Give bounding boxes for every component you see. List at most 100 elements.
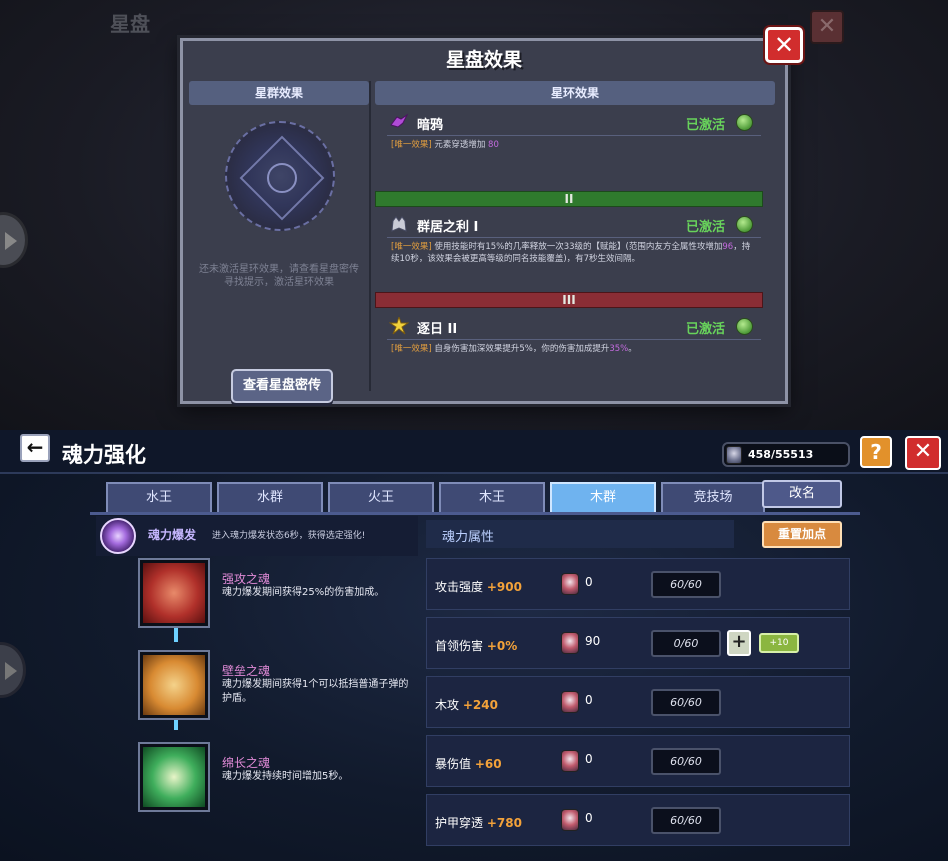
attribute-cost: 90 <box>585 634 601 648</box>
attribute-progress: 60/60 <box>651 748 721 775</box>
tab-fire-king[interactable]: 火王 <box>328 482 434 512</box>
ring-effect-name: 群居之利 I <box>417 220 479 235</box>
attribute-row: 首领伤害 +0% 90 0/60 + +10 <box>426 617 850 669</box>
tab-water-group[interactable]: 水群 <box>217 482 323 512</box>
reset-points-button[interactable]: 重置加点 <box>762 521 842 548</box>
soul-burst-icon <box>100 518 136 554</box>
attribute-cost: 0 <box>585 811 593 825</box>
attribute-row: 攻击强度 +900 0 60/60 <box>426 558 850 610</box>
lasting-clock-icon <box>140 744 208 810</box>
rename-button[interactable]: 改名 <box>762 480 842 508</box>
help-button[interactable]: ? <box>860 436 892 468</box>
skill-desc: 魂力爆发期间获得25%的伤害加成。 <box>222 587 385 598</box>
modal-close-button[interactable]: ✕ <box>765 27 803 63</box>
soul-gem-icon <box>561 573 579 595</box>
attribute-row: 木攻 +240 0 60/60 <box>426 676 850 728</box>
background-close-icon: ✕ <box>810 10 844 44</box>
strong-attack-icon <box>140 560 208 626</box>
attribute-bonus: +780 <box>486 816 522 830</box>
attribute-name: 木攻 <box>435 698 460 712</box>
active-indicator-icon <box>736 216 753 233</box>
skill-connector <box>174 628 178 642</box>
ring-effect-status: 已激活 <box>685 118 725 133</box>
back-button[interactable]: ← <box>20 434 50 462</box>
attribute-progress: 60/60 <box>651 689 721 716</box>
attribute-bonus: +60 <box>474 757 502 771</box>
side-arrow-icon <box>0 642 26 698</box>
star-disk-effect-modal: 星盘效果 ✕ 星群效果 还未激活星环效果，请查看星盘密传寻找提示，激活星环效果 … <box>180 27 803 404</box>
ring-effect-name: 逐日 II <box>417 322 458 337</box>
add-point-button[interactable]: + <box>727 630 751 656</box>
soul-attributes-header: 魂力属性 <box>426 520 734 548</box>
soul-burst-name: 魂力爆发 <box>148 528 197 542</box>
star-ring-header: 星环效果 <box>375 81 775 105</box>
attribute-bonus: +240 <box>462 698 498 712</box>
attribute-cost: 0 <box>585 752 593 766</box>
soul-gem-icon <box>561 691 579 713</box>
attribute-cost: 0 <box>585 575 593 589</box>
attribute-row: 护甲穿透 +780 0 60/60 <box>426 794 850 846</box>
ring-effect-status: 已激活 <box>685 220 725 235</box>
tier-divider-ii: II <box>375 191 763 207</box>
soul-gem-icon <box>561 632 579 654</box>
tab-wood-group[interactable]: 木群 <box>550 482 656 512</box>
sun-chase-icon <box>389 317 409 335</box>
soul-burst-desc: 进入魂力爆发状态6秒，获得选定强化! <box>212 531 366 541</box>
soul-enhancement-screen: ← 魂力强化 458/55513 ? ✕ 水王 水群 火王 木王 木群 竞技场 … <box>0 430 948 861</box>
skill-desc: 魂力爆发持续时间增加5秒。 <box>222 771 349 782</box>
attribute-name: 暴伤值 <box>435 757 472 771</box>
tab-arena[interactable]: 竞技场 <box>661 482 765 512</box>
skill-name: 绵长之魂 <box>222 756 271 770</box>
ring-effect-desc: [唯一效果] 自身伤害加深效果提升5%，你的伤害加成提升35%。 <box>391 344 637 354</box>
ring-effect-status: 已激活 <box>685 322 725 337</box>
attribute-row: 暴伤值 +60 0 60/60 <box>426 735 850 787</box>
ring-effect-entry: 群居之利 I 已激活 [唯一效果] 使用技能时有15%的几率释放一次33级的【赋… <box>381 211 765 264</box>
constellation-hint: 还未激活星环效果，请查看星盘密传寻找提示，激活星环效果 <box>199 264 359 288</box>
star-ring-panel: 星环效果 暗鸦 已激活 [唯一效果] 元素穿透增加 80 II 群居之利 I 已… <box>375 81 775 391</box>
background-title: 星盘 <box>110 12 150 36</box>
soul-gem-icon <box>561 809 579 831</box>
tabs-underline <box>90 512 860 515</box>
ring-effect-desc: [唯一效果] 使用技能时有15%的几率释放一次33级的【赋能】(范围内友方全属性… <box>391 242 751 264</box>
attribute-name: 首领伤害 <box>435 639 484 653</box>
attribute-progress: 60/60 <box>651 571 721 598</box>
tier-divider-iii: III <box>375 292 763 308</box>
skill-name: 强攻之魂 <box>222 572 271 586</box>
active-indicator-icon <box>736 318 753 335</box>
header-bar: ← 魂力强化 458/55513 ? ✕ <box>0 430 948 474</box>
attribute-name: 攻击强度 <box>435 580 484 594</box>
ring-effect-name: 暗鸦 <box>417 118 444 133</box>
skill-name: 壁垒之魂 <box>222 664 271 678</box>
attribute-name: 护甲穿透 <box>435 816 484 830</box>
page-title: 魂力强化 <box>62 443 146 467</box>
tab-wood-king[interactable]: 木王 <box>439 482 545 512</box>
skill-desc: 魂力爆发期间获得1个可以抵挡普通子弹的护盾。 <box>222 679 409 704</box>
skill-strong-attack[interactable]: 强攻之魂 魂力爆发期间获得25%的伤害加成。 <box>140 560 430 630</box>
attribute-bonus: +0% <box>486 639 518 653</box>
soul-gem-icon <box>561 750 579 772</box>
dark-crow-icon <box>390 113 409 128</box>
attribute-bonus: +900 <box>486 580 522 594</box>
attribute-cost: 0 <box>585 693 593 707</box>
attribute-progress: 0/60 <box>651 630 721 657</box>
ring-effect-entry: 逐日 II 已激活 [唯一效果] 自身伤害加深效果提升5%，你的伤害加成提升35… <box>381 313 765 354</box>
background-side-arrow-icon <box>0 212 28 268</box>
tab-water-king[interactable]: 水王 <box>106 482 212 512</box>
currency-value: 458/55513 <box>748 448 814 461</box>
soul-burst-banner: 魂力爆发 进入魂力爆发状态6秒，获得选定强化! <box>96 516 418 556</box>
skill-bulwark[interactable]: 壁垒之魂 魂力爆发期间获得1个可以抵挡普通子弹的护盾。 <box>140 652 430 722</box>
ring-effect-entry: 暗鸦 已激活 [唯一效果] 元素穿透增加 80 <box>381 109 765 150</box>
wolf-pack-icon <box>391 216 407 232</box>
soul-currency-counter: 458/55513 <box>722 442 850 467</box>
star-disk-icon <box>225 121 335 231</box>
add-ten-points-button[interactable]: +10 <box>759 633 799 653</box>
soul-gem-icon <box>726 446 742 464</box>
constellation-panel: 星群效果 还未激活星环效果，请查看星盘密传寻找提示，激活星环效果 查看星盘密传 <box>189 81 369 403</box>
view-star-secret-button[interactable]: 查看星盘密传 <box>231 369 333 403</box>
skill-lasting[interactable]: 绵长之魂 魂力爆发持续时间增加5秒。 <box>140 744 430 814</box>
active-indicator-icon <box>736 114 753 131</box>
panel-divider <box>369 81 371 391</box>
star-disk-screen: 星盘 ✕ 星盘效果 ✕ 星群效果 还未激活星环效果，请查看星盘密传寻找提示，激活… <box>0 0 948 430</box>
bulwark-shield-icon <box>140 652 208 718</box>
close-button[interactable]: ✕ <box>905 436 941 470</box>
